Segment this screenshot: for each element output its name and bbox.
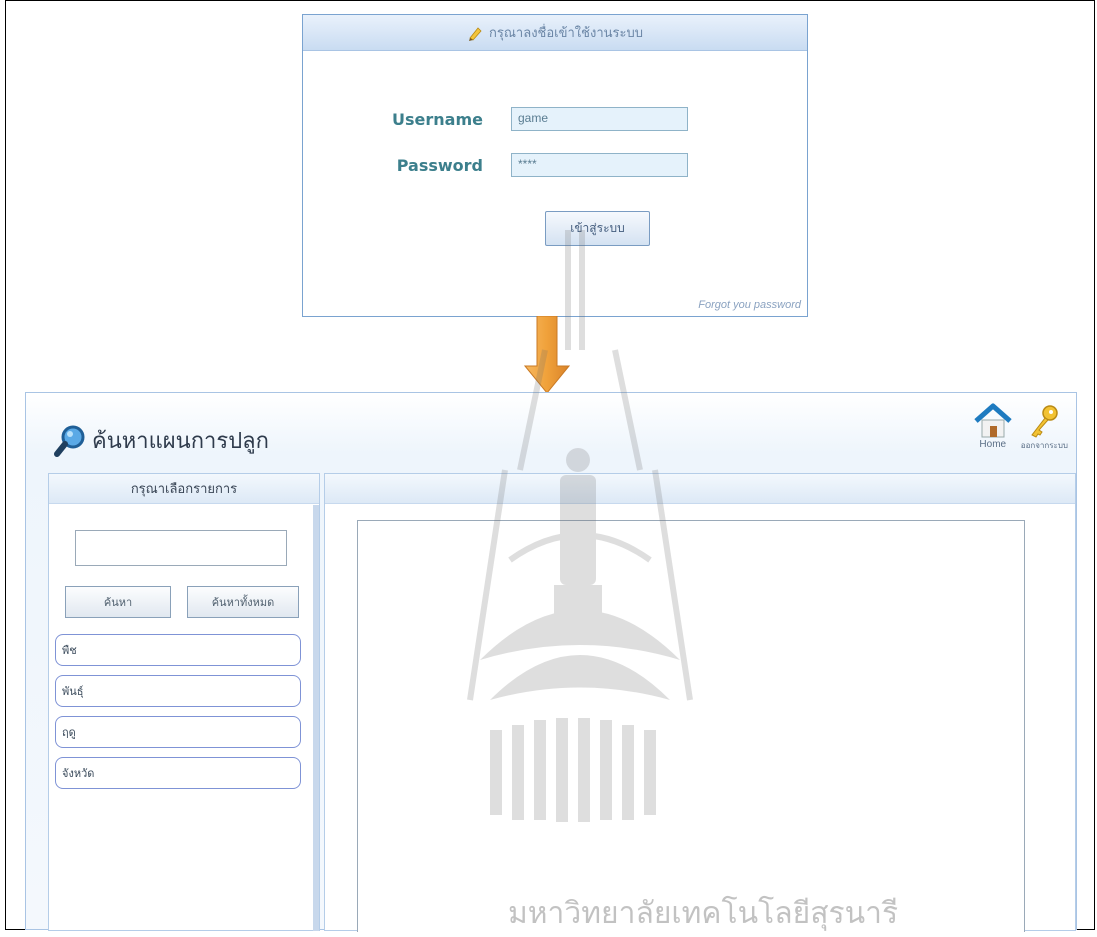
results-header bbox=[325, 474, 1075, 504]
app-title-area: ค้นหาแผนการปลูก bbox=[54, 423, 269, 458]
login-button[interactable]: เข้าสู่ระบบ bbox=[545, 211, 650, 246]
down-arrow-icon bbox=[524, 316, 570, 394]
search-button[interactable]: ค้นหา bbox=[65, 586, 171, 618]
home-button[interactable]: Home bbox=[973, 403, 1013, 452]
forgot-password-link[interactable]: Forgot you password bbox=[698, 299, 801, 311]
list-item-variety[interactable]: พันธุ์ bbox=[55, 675, 301, 707]
logout-label: ออกจากระบบ bbox=[1020, 441, 1068, 450]
results-panel bbox=[324, 473, 1076, 932]
search-plan-app: ค้นหาแผนการปลูก Home ออกจากระบบ กรุณาเลื… bbox=[25, 392, 1077, 932]
results-content bbox=[357, 520, 1025, 932]
key-icon bbox=[1031, 405, 1059, 438]
username-row: Username game bbox=[373, 107, 688, 131]
logout-button[interactable]: ออกจากระบบ bbox=[1021, 403, 1068, 452]
username-field[interactable]: game bbox=[511, 107, 688, 131]
home-icon bbox=[974, 403, 1012, 438]
sidebar-header: กรุณาเลือกรายการ bbox=[49, 474, 319, 504]
login-title: กรุณาลงชื่อเข้าใช้งานระบบ bbox=[489, 26, 643, 41]
password-row: Password **** bbox=[373, 153, 688, 177]
login-panel: กรุณาลงชื่อเข้าใช้งานระบบ Username game … bbox=[302, 14, 808, 317]
list-item-plant[interactable]: พืช bbox=[55, 634, 301, 666]
login-header: กรุณาลงชื่อเข้าใช้งานระบบ bbox=[303, 15, 807, 51]
password-label: Password bbox=[396, 155, 483, 175]
list-item-season[interactable]: ฤดู bbox=[55, 716, 301, 748]
username-label: Username bbox=[392, 109, 483, 129]
top-toolbar: Home ออกจากระบบ bbox=[973, 403, 1068, 452]
pencil-icon bbox=[469, 26, 482, 41]
password-field[interactable]: **** bbox=[511, 153, 688, 177]
list-item-province[interactable]: จังหวัด bbox=[55, 757, 301, 789]
search-input[interactable] bbox=[75, 530, 287, 566]
sidebar: กรุณาเลือกรายการ ค้นหา ค้นหาทั้งหมด พืช … bbox=[48, 473, 320, 931]
home-label: Home bbox=[979, 439, 1007, 450]
search-all-button[interactable]: ค้นหาทั้งหมด bbox=[187, 586, 299, 618]
search-icon bbox=[54, 425, 85, 457]
sidebar-scrollbar[interactable] bbox=[313, 505, 319, 931]
page-title: ค้นหาแผนการปลูก bbox=[92, 429, 269, 454]
